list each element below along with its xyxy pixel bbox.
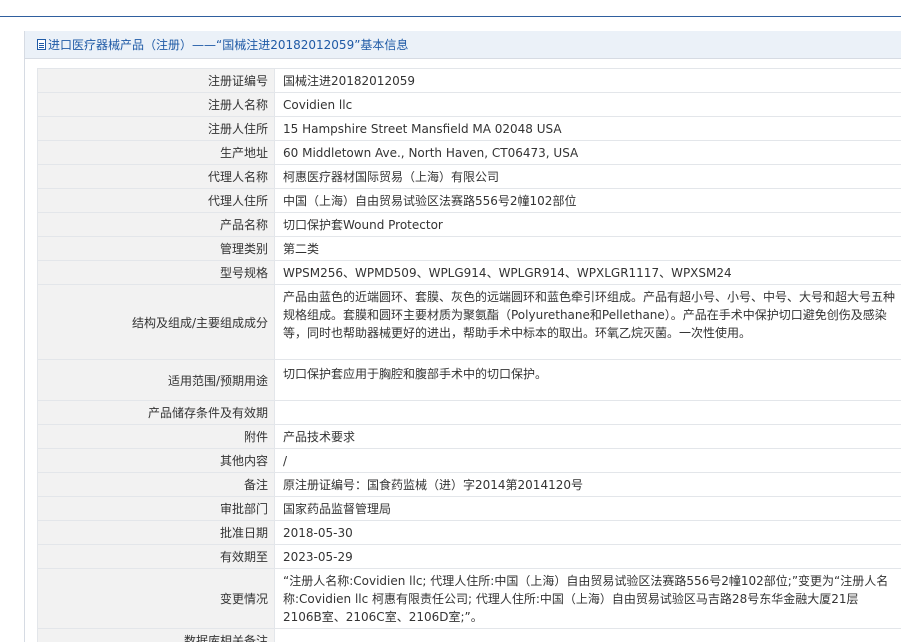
row-label: 注册证编号 [37, 68, 275, 93]
table-row: 代理人名称 柯惠医疗器材国际贸易（上海）有限公司 [37, 164, 901, 189]
row-label: 其他内容 [37, 448, 275, 473]
row-value: / [274, 448, 901, 473]
detail-panel: 进口医疗器械产品（注册）——“国械注进20182012059”基本信息 注册证编… [24, 31, 901, 642]
table-row: 管理类别 第二类 [37, 236, 901, 261]
row-label: 注册人住所 [37, 116, 275, 141]
row-label: 备注 [37, 472, 275, 497]
row-value: 切口保护套应用于胸腔和腹部手术中的切口保护。 [274, 359, 901, 401]
row-value: 产品由蓝色的近端圆环、套膜、灰色的远端圆环和蓝色牵引环组成。产品有超小号、小号、… [274, 284, 901, 360]
row-label: 注册人名称 [37, 92, 275, 117]
row-label: 代理人住所 [37, 188, 275, 213]
row-label: 结构及组成/主要组成成分 [37, 284, 275, 360]
row-value: 中国（上海）自由贸易试验区法赛路556号2幢102部位 [274, 188, 901, 213]
panel-title: 进口医疗器械产品（注册）——“国械注进20182012059”基本信息 [48, 38, 409, 52]
row-value: 柯惠医疗器材国际贸易（上海）有限公司 [274, 164, 901, 189]
document-icon [37, 39, 46, 50]
row-label: 数据库相关备注 [37, 628, 275, 642]
table-row: 注册人名称 Covidien llc [37, 92, 901, 117]
table-row: 结构及组成/主要组成成分 产品由蓝色的近端圆环、套膜、灰色的远端圆环和蓝色牵引环… [37, 284, 901, 360]
row-value: 2018-05-30 [274, 520, 901, 545]
row-value: WPSM256、WPMD509、WPLG914、WPLGR914、WPXLGR1… [274, 260, 901, 285]
table-row: 审批部门 国家药品监督管理局 [37, 496, 901, 521]
table-row: 注册人住所 15 Hampshire Street Mansfield MA 0… [37, 116, 901, 141]
table-row: 产品储存条件及有效期 [37, 400, 901, 425]
row-label: 有效期至 [37, 544, 275, 569]
row-label: 型号规格 [37, 260, 275, 285]
row-label: 审批部门 [37, 496, 275, 521]
row-value: “注册人名称:Covidien llc; 代理人住所:中国（上海）自由贸易试验区… [274, 568, 901, 629]
row-value: 切口保护套Wound Protector [274, 212, 901, 237]
info-table: 注册证编号 国械注进20182012059 注册人名称 Covidien llc… [37, 68, 901, 642]
row-value: 国械注进20182012059 [274, 68, 901, 93]
table-row: 代理人住所 中国（上海）自由贸易试验区法赛路556号2幢102部位 [37, 188, 901, 213]
table-row: 有效期至 2023-05-29 [37, 544, 901, 569]
table-row: 适用范围/预期用途 切口保护套应用于胸腔和腹部手术中的切口保护。 [37, 359, 901, 401]
table-row: 注册证编号 国械注进20182012059 [37, 68, 901, 93]
row-value [274, 628, 901, 642]
panel-header: 进口医疗器械产品（注册）——“国械注进20182012059”基本信息 [25, 31, 901, 59]
row-value: 15 Hampshire Street Mansfield MA 02048 U… [274, 116, 901, 141]
row-value: 国家药品监督管理局 [274, 496, 901, 521]
table-row: 数据库相关备注 [37, 628, 901, 642]
row-label: 生产地址 [37, 140, 275, 165]
row-label: 管理类别 [37, 236, 275, 261]
table-row: 生产地址 60 Middletown Ave., North Haven, CT… [37, 140, 901, 165]
table-row: 批准日期 2018-05-30 [37, 520, 901, 545]
row-value: 2023-05-29 [274, 544, 901, 569]
row-value: Covidien llc [274, 92, 901, 117]
row-label: 产品储存条件及有效期 [37, 400, 275, 425]
row-value: 60 Middletown Ave., North Haven, CT06473… [274, 140, 901, 165]
row-label: 变更情况 [37, 568, 275, 629]
table-row: 型号规格 WPSM256、WPMD509、WPLG914、WPLGR914、WP… [37, 260, 901, 285]
top-divider-line [0, 16, 901, 17]
table-row: 其他内容 / [37, 448, 901, 473]
row-label: 附件 [37, 424, 275, 449]
table-row: 产品名称 切口保护套Wound Protector [37, 212, 901, 237]
row-value: 第二类 [274, 236, 901, 261]
table-row: 附件 产品技术要求 [37, 424, 901, 449]
row-label: 适用范围/预期用途 [37, 359, 275, 401]
table-row: 备注 原注册证编号：国食药监械（进）字2014第2014120号 [37, 472, 901, 497]
row-label: 批准日期 [37, 520, 275, 545]
row-value [274, 400, 901, 425]
row-label: 代理人名称 [37, 164, 275, 189]
row-value: 原注册证编号：国食药监械（进）字2014第2014120号 [274, 472, 901, 497]
row-value: 产品技术要求 [274, 424, 901, 449]
table-row: 变更情况 “注册人名称:Covidien llc; 代理人住所:中国（上海）自由… [37, 568, 901, 629]
row-label: 产品名称 [37, 212, 275, 237]
